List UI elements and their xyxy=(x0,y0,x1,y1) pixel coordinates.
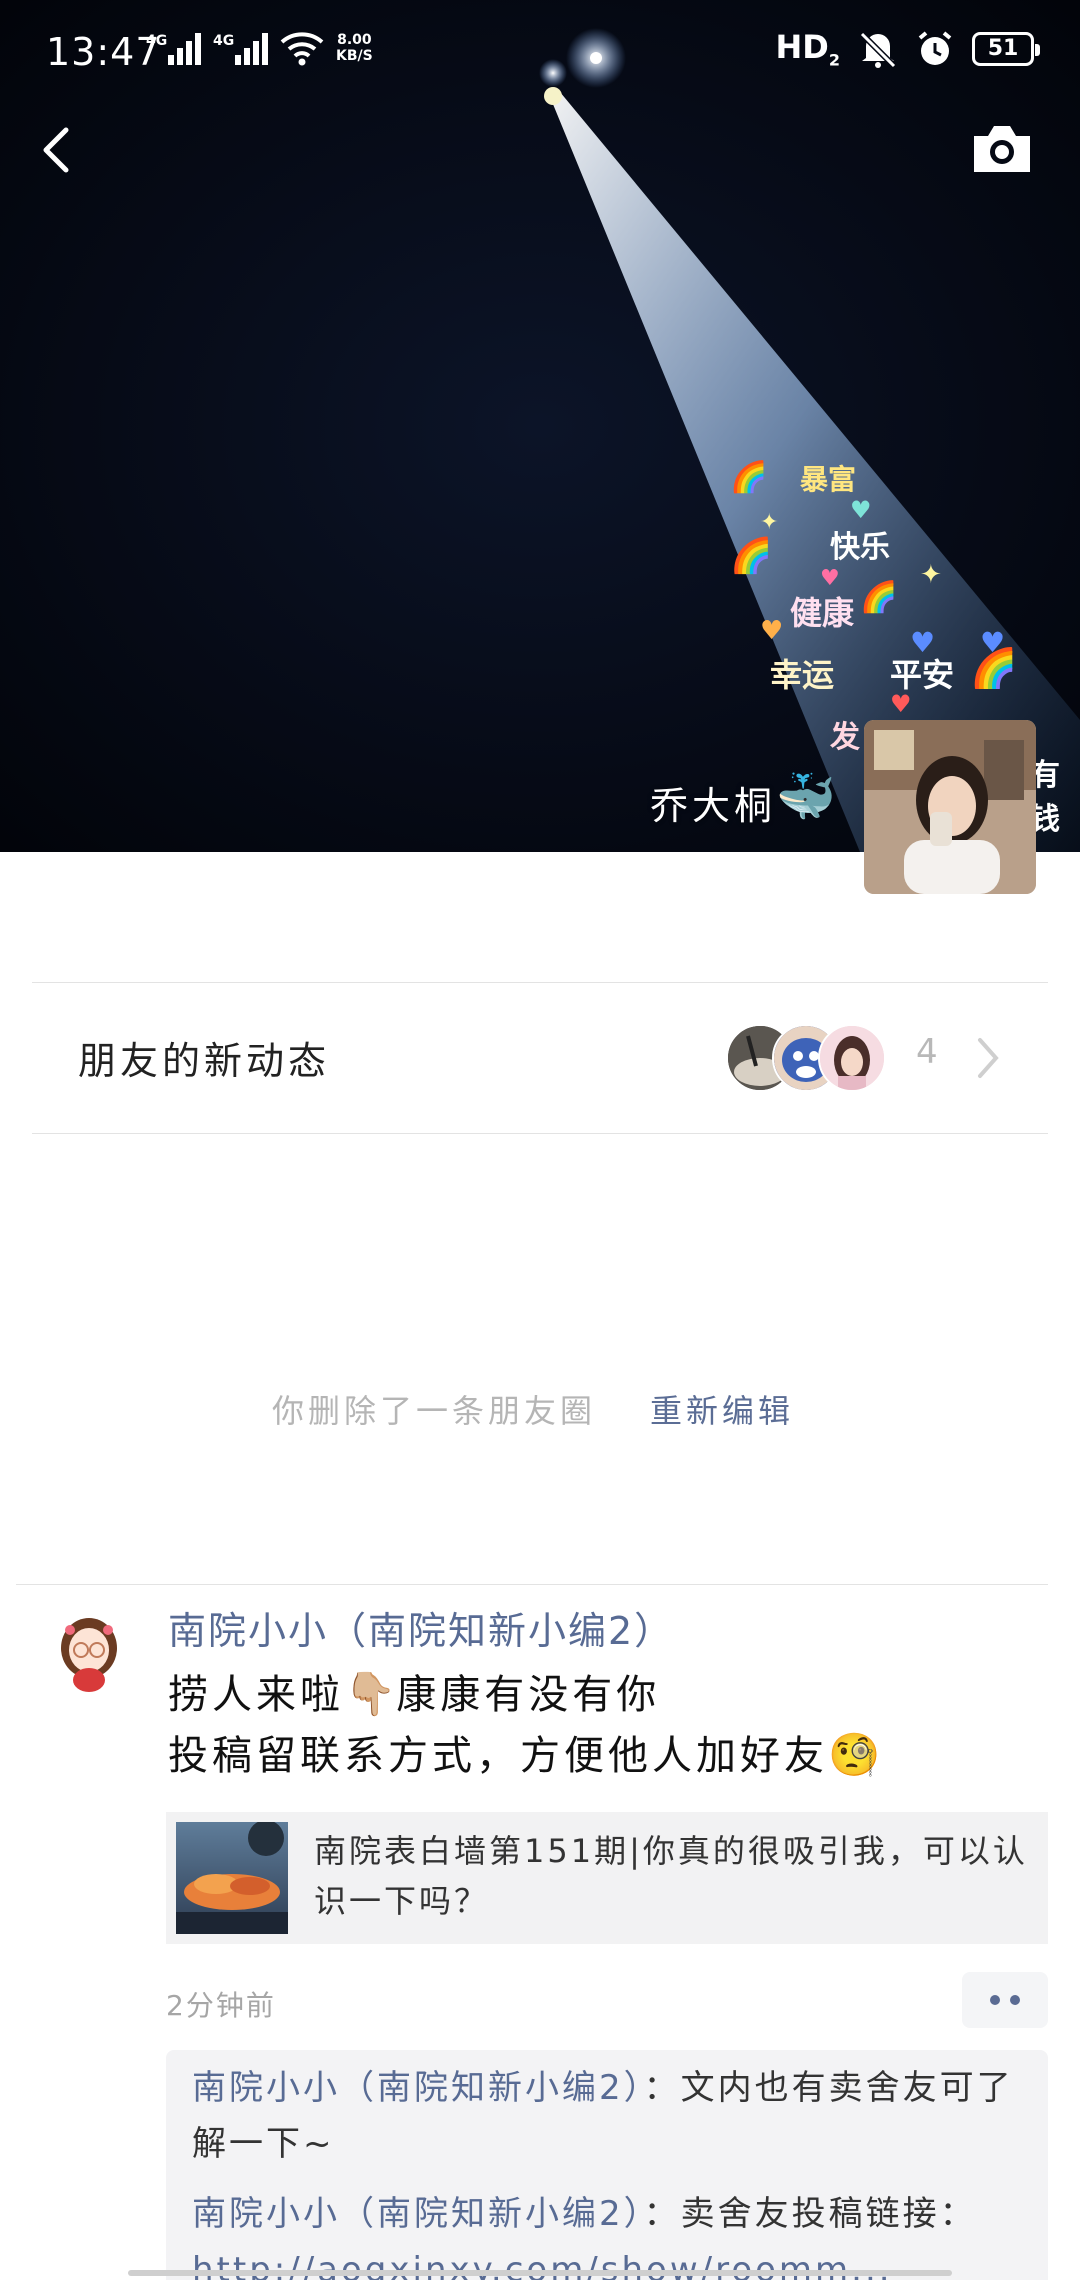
chevron-left-icon[interactable] xyxy=(30,120,90,180)
heart-icon: ♥ xyxy=(760,616,784,646)
status-bar: 13:47 4G 4G 8.00 KB/S HD2 51 xyxy=(0,0,1080,110)
whale-emoji: 🐳 xyxy=(776,769,836,825)
avatar-photo xyxy=(864,720,1036,894)
comment-item[interactable]: 南院小小（南院知新小编2）：卖舍友投稿链接： http://aoqxinxy.c… xyxy=(192,2186,1032,2280)
divider xyxy=(16,1584,1048,1585)
reedit-link[interactable]: 重新编辑 xyxy=(650,1386,794,1432)
comment-author[interactable]: 南院小小（南院知新小编2） xyxy=(192,2068,644,2108)
shared-link-card[interactable]: 南院表白墙第151期|你真的很吸引我，可以认识一下吗？ xyxy=(166,1812,1048,1944)
sticker-word: 幸运 xyxy=(770,656,835,694)
sticker-word: 健康 xyxy=(790,594,855,632)
chevron-right-icon xyxy=(978,1038,999,1078)
sparkle-icon: ✦ xyxy=(760,510,779,535)
signal-icon: 4G xyxy=(146,31,201,65)
mute-icon xyxy=(859,31,897,68)
comment-author[interactable]: 南院小小（南院知新小编2） xyxy=(192,2194,644,2234)
divider xyxy=(32,1133,1048,1134)
scroll-indicator xyxy=(128,2270,952,2276)
hd-label: HD xyxy=(775,28,829,66)
friend-avatar xyxy=(818,1024,886,1092)
hd-icon: HD2 xyxy=(776,28,840,69)
comments-section: 南院小小（南院知新小编2）：文内也有卖舍友可了解一下~ 南院小小（南院知新小编2… xyxy=(166,2050,1048,2280)
camera-icon[interactable] xyxy=(970,120,1034,180)
sticker-word: 有钱 xyxy=(1030,758,1060,837)
profile-avatar[interactable] xyxy=(864,720,1036,894)
network-speed-unit: KB/S xyxy=(336,48,373,64)
link-thumbnail xyxy=(176,1822,288,1934)
network-speed-value: 8.00 xyxy=(337,32,372,48)
profile-name: 乔大桐 xyxy=(650,784,777,828)
post-time: 2分钟前 xyxy=(166,1989,276,2022)
signal-type-label: 4G xyxy=(213,33,235,49)
heart-icon: ♥ xyxy=(820,566,840,591)
sticker-word: 发 xyxy=(830,720,860,755)
friend-avatars xyxy=(726,1024,886,1092)
monocle-face-emoji: 🧐 xyxy=(828,1730,881,1779)
status-right-icons: HD2 51 xyxy=(776,28,1040,69)
rainbow-icon: 🌈 xyxy=(730,536,773,576)
rainbow-icon: 🌈 xyxy=(730,460,768,495)
post-text-line: 投稿留联系方式，方便他人加好友🧐 xyxy=(168,1725,880,1786)
wifi-icon xyxy=(280,32,324,66)
heart-icon: ♥ xyxy=(910,626,936,659)
battery-icon: 51 xyxy=(972,31,1040,66)
status-time: 13:47 xyxy=(46,30,161,74)
signal-icon: 4G xyxy=(213,31,268,65)
avatar-illustration xyxy=(46,1608,132,1694)
comment-item[interactable]: 南院小小（南院知新小编2）：文内也有卖舍友可了解一下~ xyxy=(192,2060,1032,2172)
post-text-segment: 康康有没有你 xyxy=(396,1672,661,1718)
friends-updates-count: 4 xyxy=(916,1032,938,1072)
friends-updates-label: 朋友的新动态 xyxy=(78,1039,331,1083)
post-author-name[interactable]: 南院小小（南院知新小编2） xyxy=(168,1600,674,1655)
more-actions-button[interactable] xyxy=(962,1972,1048,2028)
heart-icon: ♥ xyxy=(890,690,912,718)
post-text: 捞人来啦👇🏼康康有没有你 投稿留联系方式，方便他人加好友🧐 xyxy=(168,1664,880,1786)
dot-icon xyxy=(1010,1995,1020,2005)
heart-icon: ♥ xyxy=(850,496,872,524)
battery-level: 51 xyxy=(987,36,1019,62)
heart-icon: ♥ xyxy=(980,626,1006,659)
network-speed: 8.00 KB/S xyxy=(336,32,373,64)
rainbow-icon: 🌈 xyxy=(860,580,898,615)
deleted-notice: 你删除了一条朋友圈 xyxy=(272,1392,597,1430)
sticker-word: 暴富 xyxy=(800,463,857,496)
pointing-down-emoji: 👇🏼 xyxy=(344,1669,397,1718)
hd-sub-label: 2 xyxy=(828,50,840,70)
alarm-icon xyxy=(918,31,952,65)
post-text-segment: 捞人来啦 xyxy=(168,1672,344,1718)
sticker-word: 快乐 xyxy=(830,530,890,565)
friends-updates-row[interactable]: 朋友的新动态 4 xyxy=(0,982,1080,1134)
signal-type-label: 4G xyxy=(146,33,168,49)
status-left-icons: 4G 4G 8.00 KB/S xyxy=(146,30,373,66)
link-title: 南院表白墙第151期|你真的很吸引我，可以认识一下吗？ xyxy=(314,1832,1028,1920)
post-text-line: 捞人来啦👇🏼康康有没有你 xyxy=(168,1664,880,1725)
sparkle-icon: ✦ xyxy=(920,560,942,590)
dot-icon xyxy=(990,1995,1000,2005)
post-author-avatar[interactable] xyxy=(46,1608,132,1694)
comment-text: ：卖舍友投稿链接： xyxy=(643,2194,977,2234)
post-text-segment: 投稿留联系方式，方便他人加好友 xyxy=(168,1733,828,1779)
